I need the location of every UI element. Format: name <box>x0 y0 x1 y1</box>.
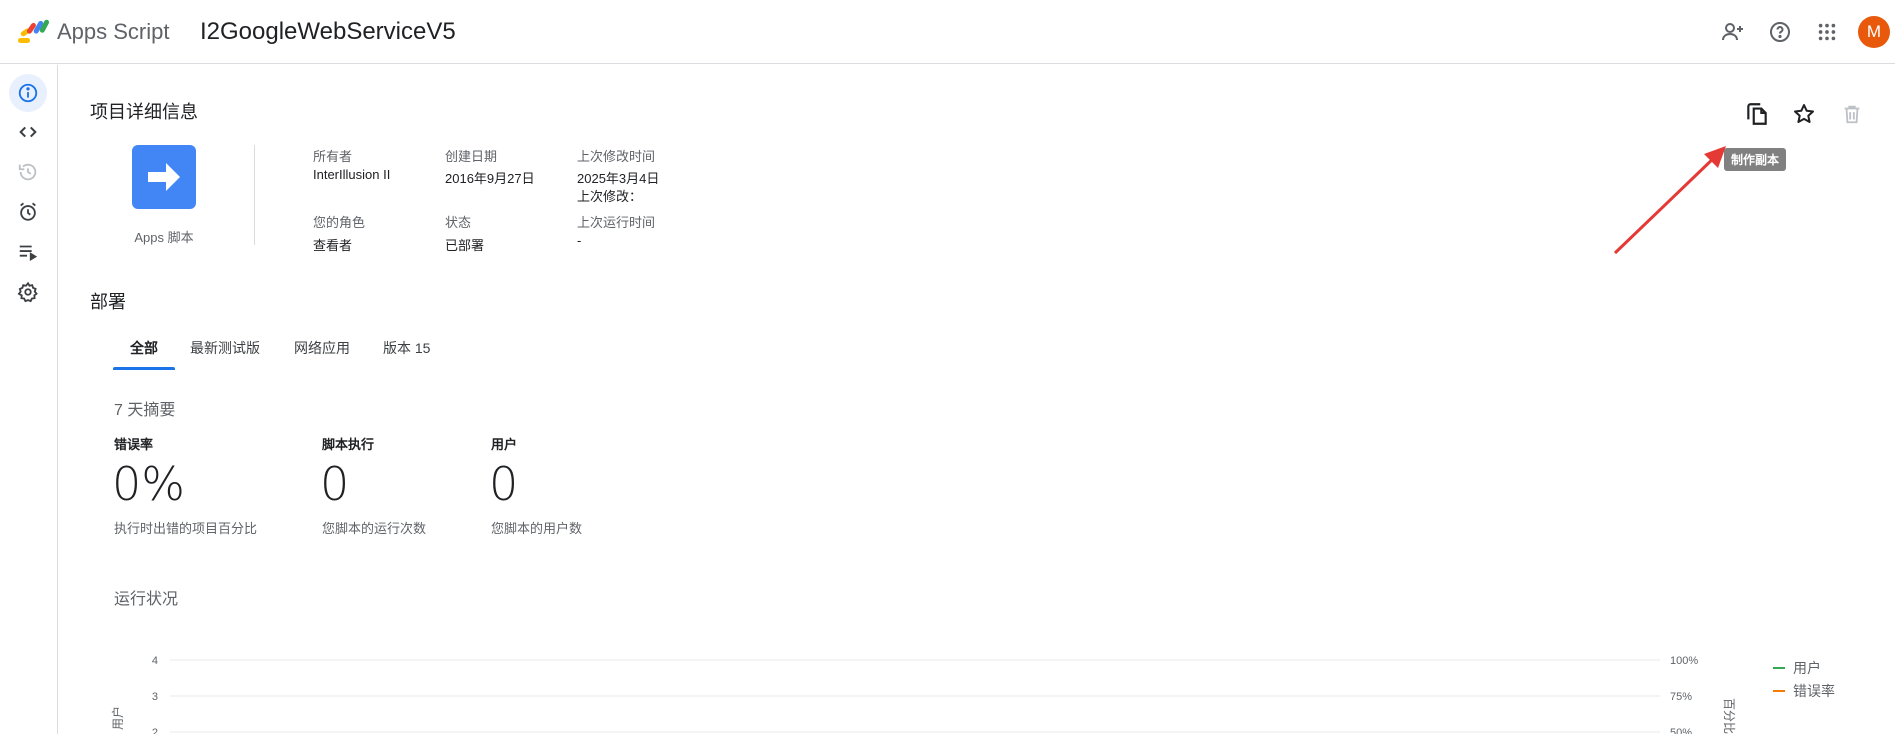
error-rate-desc: 执行时出错的项目百分比 <box>114 521 258 536</box>
y2-tick-label: 50% <box>1670 727 1692 734</box>
created-value: 2016年9月27日 <box>445 171 535 186</box>
app-name[interactable]: Apps Script <box>57 19 170 45</box>
details-divider <box>254 145 255 245</box>
role-value: 查看者 <box>313 238 353 253</box>
sidebar-item-overview[interactable] <box>9 74 47 112</box>
project-type-label: Apps 脚本 <box>134 230 194 245</box>
legend-swatch-users <box>1773 667 1785 669</box>
health-chart: 4 100% 3 75% 2 50% 用户 百分比 <box>110 655 1736 734</box>
annotation-arrow <box>1613 146 1726 255</box>
alarm-icon <box>20 202 36 221</box>
gear-icon <box>17 281 38 303</box>
sidebar-item-settings[interactable] <box>9 273 47 311</box>
owner-value: InterIllusion II <box>313 167 391 182</box>
created-label: 创建日期 <box>445 149 498 164</box>
owner-label: 所有者 <box>313 149 353 164</box>
sidebar <box>0 65 58 734</box>
deployments-title: 部署 <box>90 292 126 312</box>
avatar[interactable]: M <box>1858 16 1890 48</box>
users-label: 用户 <box>491 437 518 452</box>
tab-web-app[interactable]: 网络应用 <box>294 333 350 373</box>
star-button[interactable] <box>1788 98 1820 130</box>
y-tick-label: 3 <box>152 691 158 703</box>
legend-label-users: 用户 <box>1793 660 1821 676</box>
legend-label-error-rate: 错误率 <box>1793 683 1835 699</box>
project-title[interactable]: I2GoogleWebServiceV5 <box>200 18 456 46</box>
y-tick-label: 4 <box>152 655 158 667</box>
tab-version-15[interactable]: 版本 15 <box>383 333 430 373</box>
legend-item-error-rate: 错误率 <box>1773 681 1835 701</box>
modified-label: 上次修改时间 <box>577 149 656 164</box>
details-title: 项目详细信息 <box>90 102 198 122</box>
sidebar-item-triggers[interactable] <box>9 193 47 231</box>
project-type-icon <box>132 145 196 209</box>
error-rate-label: 错误率 <box>114 437 154 452</box>
users-value: 0 <box>489 457 519 511</box>
users-desc: 您脚本的用户数 <box>491 521 583 536</box>
apps-grid-icon[interactable] <box>1813 18 1841 46</box>
last-run-value: - <box>577 233 582 248</box>
y2-tick-label: 100% <box>1670 655 1698 667</box>
star-icon <box>1794 104 1814 123</box>
sidebar-item-history[interactable] <box>9 153 47 191</box>
legend-item-users: 用户 <box>1773 658 1821 678</box>
history-icon <box>18 163 37 181</box>
trash-icon <box>1844 105 1860 124</box>
help-icon[interactable] <box>1766 18 1794 46</box>
code-icon <box>19 126 37 138</box>
copy-button[interactable] <box>1741 98 1773 130</box>
status-value: 已部署 <box>445 238 485 253</box>
executions-desc: 您脚本的运行次数 <box>322 521 427 536</box>
apps-script-logo[interactable] <box>18 16 52 46</box>
modified-by: 上次修改： <box>577 189 643 204</box>
copy-icon <box>1747 103 1767 125</box>
legend-swatch-error-rate <box>1773 690 1785 692</box>
info-icon <box>18 83 38 103</box>
top-bar: Apps Script I2GoogleWebServiceV5 M <box>0 0 1895 64</box>
executions-icon <box>19 245 38 261</box>
sidebar-item-executions[interactable] <box>9 233 47 271</box>
tab-latest-test[interactable]: 最新测试版 <box>190 333 260 373</box>
active-tab-indicator <box>113 367 175 370</box>
summary-title: 7 天摘要 <box>114 402 176 419</box>
last-run-label: 上次运行时间 <box>577 215 656 230</box>
y2-tick-label: 75% <box>1670 691 1692 703</box>
y-tick-label: 2 <box>152 727 158 734</box>
y2-axis-label: 百分比 <box>1722 698 1736 734</box>
executions-label: 脚本执行 <box>322 437 375 452</box>
sidebar-item-editor[interactable] <box>9 113 47 151</box>
trash-button[interactable] <box>1836 98 1868 130</box>
arrow-right-icon <box>148 163 180 191</box>
error-rate-value: 0% <box>112 457 185 511</box>
person-add-icon[interactable] <box>1719 18 1747 46</box>
y-axis-label: 用户 <box>110 706 125 730</box>
executions-value: 0 <box>320 457 350 511</box>
health-title: 运行状况 <box>114 591 179 608</box>
role-label: 您的角色 <box>313 215 366 230</box>
modified-value: 2025年3月4日 <box>577 171 660 186</box>
status-label: 状态 <box>445 215 472 230</box>
